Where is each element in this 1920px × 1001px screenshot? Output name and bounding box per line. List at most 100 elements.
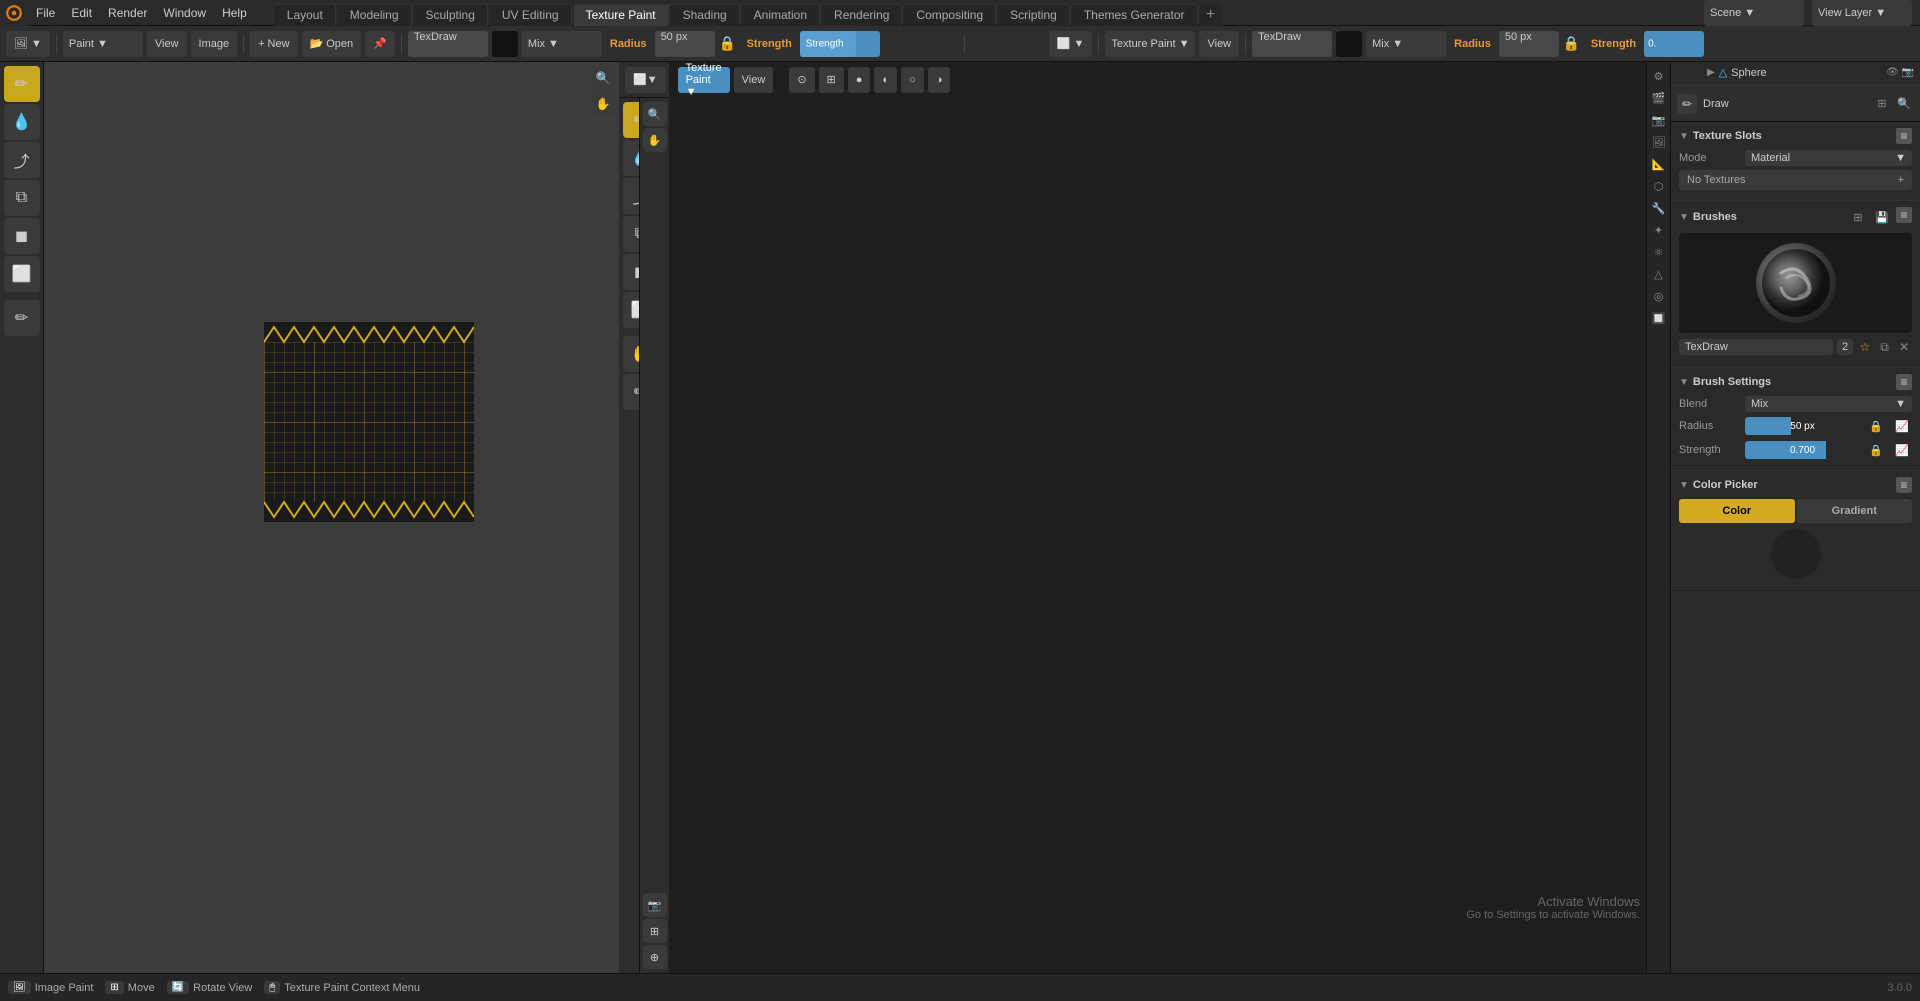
brush-fake-user-btn[interactable]: ☆	[1857, 337, 1873, 357]
clone-tool-btn[interactable]: ⧉	[4, 180, 40, 216]
properties-texture-btn[interactable]: 🔲	[1649, 308, 1669, 328]
color-swatch[interactable]	[492, 31, 518, 57]
vp-grid-view-btn[interactable]: ⊞	[643, 919, 667, 943]
vp-camera-view-btn[interactable]: 📷	[643, 893, 667, 917]
properties-material-btn[interactable]: ◎	[1649, 286, 1669, 306]
vp-pan-btn[interactable]: ✋	[643, 128, 667, 152]
tab-compositing[interactable]: Compositing	[904, 4, 996, 26]
tab-animation[interactable]: Animation	[742, 4, 820, 26]
blend-mode-dropdown[interactable]: Mix ▼	[522, 31, 602, 57]
annotate-tool-btn[interactable]: ✏	[4, 300, 40, 336]
brush-name-field[interactable]	[1679, 339, 1833, 355]
mode-3d-dropdown[interactable]: Texture Paint ▼	[1105, 31, 1195, 57]
smear-tool-btn[interactable]: ⤴	[4, 142, 40, 178]
color-picker-header[interactable]: ▼ Color Picker ≡	[1679, 477, 1912, 493]
editor-type-btn[interactable]: 🖼▼	[6, 31, 50, 57]
properties-physics-btn[interactable]: ⚛	[1649, 242, 1669, 262]
radius-curve-btn[interactable]: 📈	[1892, 416, 1912, 436]
menu-window[interactable]: Window	[155, 0, 214, 26]
vp-zoom-btn[interactable]: 🔍	[643, 102, 667, 126]
vp-overlay-btn[interactable]: ⊙	[789, 67, 814, 93]
soften-tool-btn[interactable]: 💧	[4, 104, 40, 140]
properties-particle-btn[interactable]: ✦	[1649, 220, 1669, 240]
color-wheel[interactable]	[1771, 529, 1821, 579]
vp-viewport-shading[interactable]: ●	[848, 67, 871, 93]
properties-output-btn[interactable]: 🖼	[1649, 132, 1669, 152]
brush-remove-btn[interactable]: ✕	[1896, 337, 1912, 357]
tab-layout[interactable]: Layout	[275, 4, 336, 26]
vp-rendered-shading[interactable]: ○	[901, 67, 924, 93]
tab-uv-editing[interactable]: UV Editing	[490, 4, 572, 26]
brush-settings-menu-btn[interactable]: ≡	[1896, 374, 1912, 390]
brush-copy-btn[interactable]: ⧉	[1877, 337, 1893, 357]
new-image-btn[interactable]: + New	[250, 31, 297, 57]
mode-dropdown[interactable]: Paint ▼	[63, 31, 143, 57]
radius-bar[interactable]: 50 px	[1745, 417, 1860, 435]
brush-save-btn[interactable]: 💾	[1872, 207, 1892, 227]
strength-curve-btn[interactable]: 📈	[1892, 440, 1912, 460]
radius-3d-input[interactable]: 50 px	[1499, 31, 1559, 57]
strength-bar[interactable]: 0.700	[1745, 441, 1860, 459]
properties-modifier-btn[interactable]: 🔧	[1649, 198, 1669, 218]
texture-slots-menu-btn[interactable]: ≡	[1896, 128, 1912, 144]
menu-file[interactable]: File	[28, 0, 63, 26]
properties-render-btn[interactable]: 📷	[1649, 110, 1669, 130]
texture-slots-header[interactable]: ▼ Texture Slots ≡	[1679, 128, 1912, 144]
menu-edit[interactable]: Edit	[63, 0, 100, 26]
radius-input[interactable]: 50 px	[655, 31, 715, 57]
brush-settings-header[interactable]: ▼ Brush Settings ≡	[1679, 374, 1912, 390]
color-swatch-3d[interactable]	[1336, 31, 1362, 57]
view-3d-btn[interactable]: View	[1199, 31, 1239, 57]
menu-help[interactable]: Help	[214, 0, 255, 26]
blend-dropdown[interactable]: Mix ▼	[1745, 396, 1912, 412]
blend-mode-3d-dropdown[interactable]: Mix ▼	[1366, 31, 1446, 57]
vp-solid-shading[interactable]: ◐	[874, 67, 897, 93]
strength-slider[interactable]: Strength	[800, 31, 880, 57]
blender-logo[interactable]	[0, 0, 28, 26]
zoom-tool-btn[interactable]: 🔍	[591, 66, 615, 90]
pin-btn[interactable]: 📌	[365, 31, 395, 57]
vp-view-btn[interactable]: View	[734, 67, 774, 93]
view-menu-btn[interactable]: View	[147, 31, 187, 57]
radius-3d-lock-btn[interactable]: 🔒	[1563, 31, 1583, 57]
tab-modeling[interactable]: Modeling	[338, 4, 412, 26]
strength-lock-btn[interactable]: 🔒	[1866, 440, 1886, 460]
sphere-item[interactable]: ▶ △ Sphere 👁 📷	[1677, 64, 1914, 81]
brush-expand-btn[interactable]: ⊞	[1848, 207, 1868, 227]
properties-object-btn[interactable]: ⬡	[1649, 176, 1669, 196]
menu-render[interactable]: Render	[100, 0, 155, 26]
mask-tool-btn[interactable]: ⬜	[4, 256, 40, 292]
gradient-mode-btn[interactable]: Gradient	[1797, 499, 1913, 523]
properties-object-data-btn[interactable]: △	[1649, 264, 1669, 284]
color-mode-btn[interactable]: Color	[1679, 499, 1795, 523]
vp-mat-preview-shading[interactable]: ◑	[928, 67, 951, 93]
brush-name-input[interactable]: TexDraw	[408, 31, 488, 57]
tab-shading[interactable]: Shading	[671, 4, 740, 26]
fill-tool-btn[interactable]: ◼	[4, 218, 40, 254]
tab-rendering[interactable]: Rendering	[822, 4, 902, 26]
view-layer-selector[interactable]: View Layer ▼	[1812, 0, 1912, 26]
image-menu-btn[interactable]: Image	[191, 31, 238, 57]
brushes-header[interactable]: ▼ Brushes ⊞ 💾 ≡	[1679, 207, 1912, 227]
add-workspace-button[interactable]: +	[1200, 4, 1222, 26]
mode-dropdown-panel[interactable]: Material ▼	[1745, 150, 1912, 166]
open-image-btn[interactable]: 📂 Open	[302, 31, 362, 57]
properties-active-tool-btn[interactable]: ⚙	[1649, 66, 1669, 86]
scene-selector[interactable]: Scene ▼	[1704, 0, 1804, 26]
strength-3d-slider[interactable]: 0.	[1644, 31, 1704, 57]
tab-texture-paint[interactable]: Texture Paint	[574, 4, 669, 26]
tab-themes-generator[interactable]: Themes Generator	[1072, 4, 1198, 26]
vp-texture-paint-mode[interactable]: Texture Paint ▼	[678, 67, 730, 93]
prop-search-btn[interactable]: 🔍	[1894, 94, 1914, 114]
no-textures-add-btn[interactable]: +	[1898, 174, 1904, 186]
pan-tool-btn[interactable]: ✋	[591, 92, 615, 116]
editor-type-3d-btn[interactable]: ⬜▼	[1049, 31, 1093, 57]
radius-lock-panel-btn[interactable]: 🔒	[1866, 416, 1886, 436]
tab-sculpting[interactable]: Sculpting	[414, 4, 488, 26]
properties-view-layer-btn[interactable]: 📐	[1649, 154, 1669, 174]
draw-tool-btn[interactable]: ✏	[4, 66, 40, 102]
brushes-menu-btn[interactable]: ≡	[1896, 207, 1912, 223]
tab-scripting[interactable]: Scripting	[998, 4, 1070, 26]
vp-snap-btn[interactable]: ⊕	[643, 945, 667, 969]
vp-editor-type-btn[interactable]: ⬜▼	[625, 67, 666, 93]
